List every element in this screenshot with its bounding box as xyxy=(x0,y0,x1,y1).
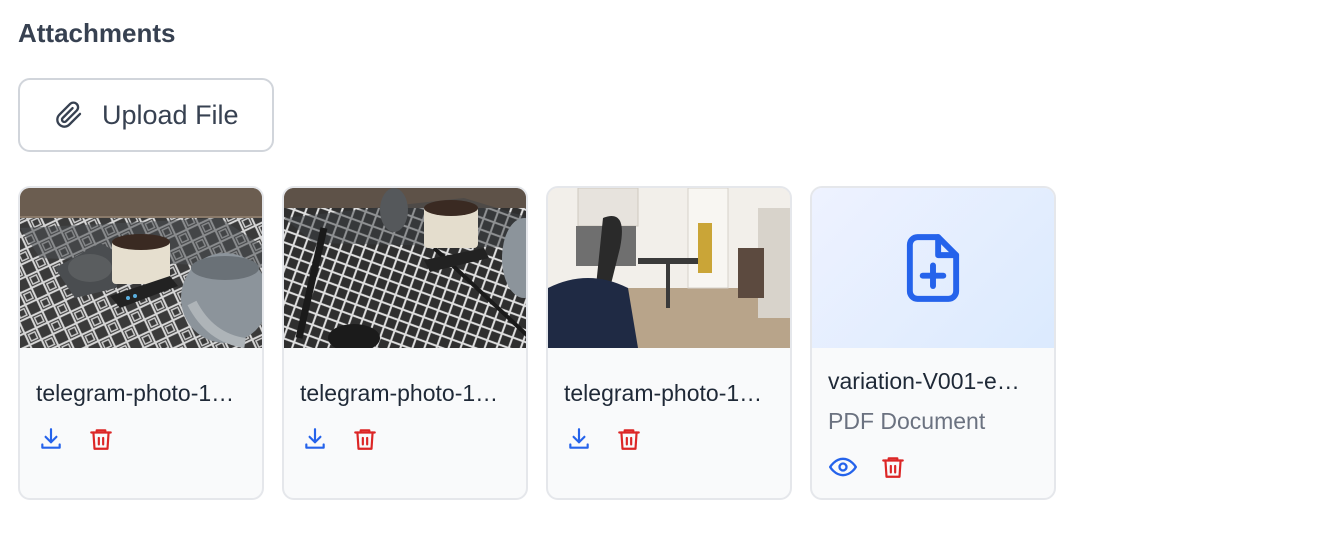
attachment-filename: variation-V001-e… xyxy=(828,368,1020,394)
attachment-card[interactable]: telegram-photo-1… xyxy=(546,186,792,500)
attachment-filename: telegram-photo-1… xyxy=(564,380,763,406)
attachment-card[interactable]: telegram-photo-1… xyxy=(18,186,264,500)
attachment-grid: telegram-photo-1… telegram-photo-1… tele… xyxy=(18,186,1056,500)
attachment-filename: telegram-photo-1… xyxy=(300,380,499,406)
image-thumbnail[interactable] xyxy=(20,188,262,348)
eye-icon[interactable] xyxy=(828,452,858,482)
image-thumbnail[interactable] xyxy=(284,188,526,348)
attachment-filename: telegram-photo-1… xyxy=(36,380,235,406)
trash-icon[interactable] xyxy=(350,424,380,454)
trash-icon[interactable] xyxy=(614,424,644,454)
document-thumbnail[interactable] xyxy=(812,188,1054,348)
upload-file-label: Upload File xyxy=(102,99,239,130)
download-icon[interactable] xyxy=(564,424,594,454)
paperclip-icon xyxy=(54,100,84,130)
trash-icon[interactable] xyxy=(878,452,908,482)
attachment-card[interactable]: variation-V001-e… PDF Document xyxy=(810,186,1056,500)
trash-icon[interactable] xyxy=(86,424,116,454)
download-icon[interactable] xyxy=(36,424,66,454)
attachment-card[interactable]: telegram-photo-1… xyxy=(282,186,528,500)
image-thumbnail[interactable] xyxy=(548,188,790,348)
download-icon[interactable] xyxy=(300,424,330,454)
upload-file-button[interactable]: Upload File xyxy=(18,78,274,152)
section-title: Attachments xyxy=(18,18,176,48)
attachment-type: PDF Document xyxy=(828,408,986,434)
file-plus-icon xyxy=(902,232,964,304)
